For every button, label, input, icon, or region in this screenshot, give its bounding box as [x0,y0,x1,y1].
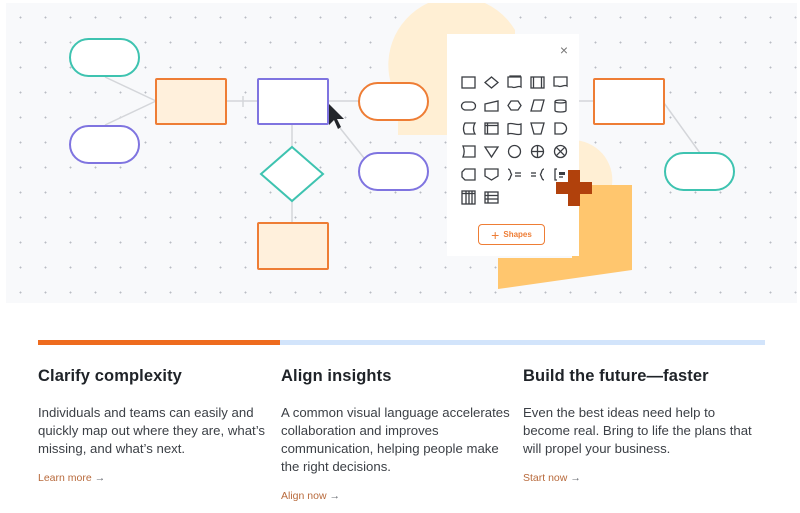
parallelogram-icon [530,99,545,112]
shape-item-off-page-shield[interactable] [480,163,503,186]
terminator-shape-teal[interactable] [69,38,140,77]
process-shape-orange[interactable] [155,78,227,125]
shape-item-database[interactable] [549,94,572,117]
shape-item-vertical-table[interactable] [457,186,480,209]
hexagon-icon [507,100,522,111]
rectangle-icon [461,76,476,89]
wave-document-icon [553,76,568,88]
arrow-right-icon: → [329,490,341,502]
feature-align: Align insights A common visual language … [281,366,511,504]
feature-title: Build the future—faster [523,367,709,385]
learn-more-link[interactable]: Learn more → [38,472,105,484]
shape-item-hexagon[interactable] [503,94,526,117]
feature-title: Align insights [281,367,392,385]
process-shape-right[interactable] [593,78,665,125]
internal-storage-icon [484,122,499,135]
display-icon [461,168,476,181]
close-icon[interactable]: × [557,43,571,57]
delay-icon [554,122,568,135]
shape-item-wave-document[interactable] [549,71,572,94]
add-shapes-button[interactable]: + Shapes [478,224,545,245]
crosshair-circle-icon [530,144,545,159]
terminator-shape-teal-right[interactable] [664,152,735,191]
process-shape-orange-bottom[interactable] [257,222,329,270]
shape-item-display[interactable] [457,163,480,186]
database-icon [554,99,567,113]
off-page-shield-icon [484,168,499,181]
vertical-table-icon [461,190,476,205]
shape-item-manual-input[interactable] [480,94,503,117]
horizontal-table-icon [484,191,499,204]
process-shape-selected[interactable] [257,78,329,125]
bracket-note-icon [554,168,565,181]
shape-item-card[interactable] [457,140,480,163]
shape-item-stored-data[interactable] [457,117,480,140]
x-circle-icon [553,144,568,159]
shape-grid [457,71,572,209]
trapezoid-icon [530,122,545,135]
shape-item-triangle-down[interactable] [480,140,503,163]
shape-item-delay[interactable] [549,117,572,140]
circle-icon [507,144,522,159]
flag-icon [507,122,522,136]
process-icon [530,76,545,89]
triangle-down-icon [483,146,500,159]
shape-item-horizontal-table[interactable] [480,186,503,209]
shape-library-panel: × + Shapes [447,34,579,256]
diagram-canvas[interactable]: × + Shapes [6,3,797,303]
shape-item-circle[interactable] [503,140,526,163]
decision-shape[interactable] [259,145,325,203]
arrow-right-icon: → [570,472,581,484]
shape-item-terminator[interactable] [457,94,480,117]
feature-body: Individuals and teams can easily and qui… [38,405,265,456]
diagram-svg [69,3,735,289]
brace-left-note-icon [531,168,545,181]
shape-item-diamond[interactable] [480,71,503,94]
stored-data-icon [462,122,477,135]
terminator-shape-purple-right[interactable] [358,152,429,191]
link-label: Align now [281,490,327,502]
terminator-shape-orange[interactable] [358,82,429,121]
card-icon [462,145,476,158]
link-label: Learn more [38,472,92,484]
terminator-shape-purple[interactable] [69,125,140,164]
arrow-pointer-icon [329,104,344,129]
shape-item-brace-left-note[interactable] [526,163,549,186]
feature-progress-bar [38,340,765,345]
feature-clarify: Clarify complexity Individuals and teams… [38,366,268,486]
shape-item-x-circle[interactable] [549,140,572,163]
shape-item-trapezoid[interactable] [526,117,549,140]
feature-title: Clarify complexity [38,367,182,385]
start-now-link[interactable]: Start now → [523,472,581,484]
feature-body: A common visual language accelerates col… [281,405,510,474]
shape-item-bracket-note[interactable] [549,163,572,186]
add-shapes-label: Shapes [503,230,532,239]
manual-input-icon [484,100,499,112]
shape-item-parallelogram[interactable] [526,94,549,117]
arrow-right-icon: → [94,472,106,484]
shape-item-flag[interactable] [503,117,526,140]
shape-item-rectangle[interactable] [457,71,480,94]
feature-build: Build the future—faster Even the best id… [523,366,753,486]
shape-item-process[interactable] [526,71,549,94]
shape-item-document[interactable] [503,71,526,94]
brace-right-note-icon [507,168,521,181]
align-now-link[interactable]: Align now → [281,490,340,502]
shape-item-brace-right-note[interactable] [503,163,526,186]
shape-item-crosshair-circle[interactable] [526,140,549,163]
shape-item-internal-storage[interactable] [480,117,503,140]
progress-fill [38,340,281,345]
document-icon [507,75,522,89]
plus-icon: + [491,226,500,243]
diamond-icon [483,76,500,89]
link-label: Start now [523,472,568,484]
terminator-icon [460,101,477,111]
feature-body: Even the best ideas need help to become … [523,405,752,456]
